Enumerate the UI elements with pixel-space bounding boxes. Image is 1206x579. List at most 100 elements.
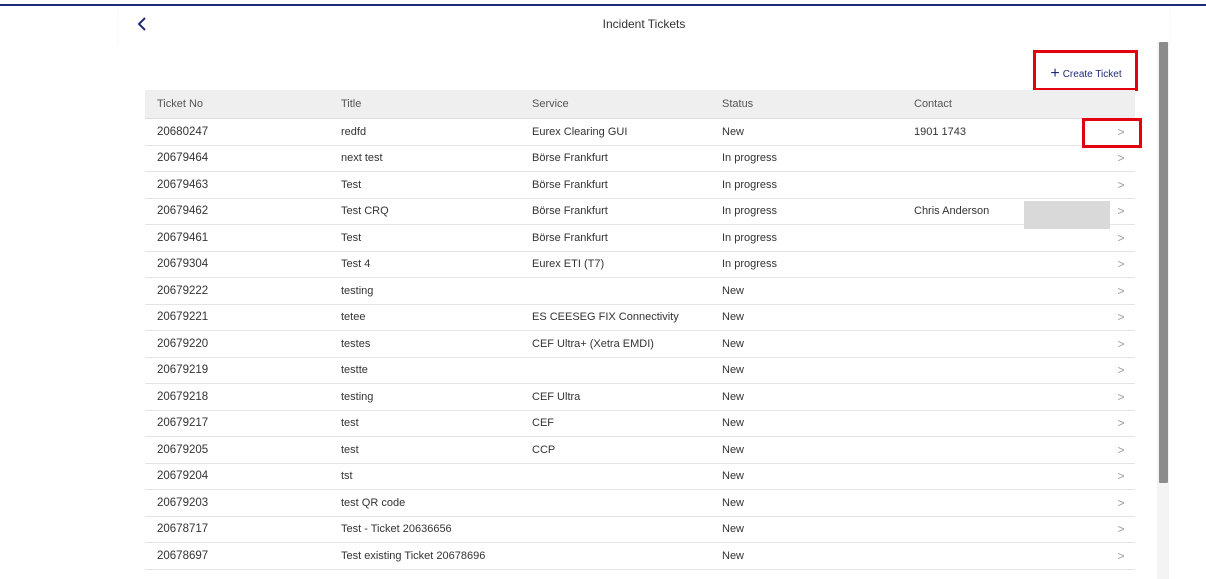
table-row[interactable]: 20679462 Test CRQ Börse Frankfurt In progre… [145, 199, 1135, 229]
chevron-right-icon[interactable]: > [1111, 119, 1131, 145]
ticket-no-cell: 20678697 [157, 549, 209, 562]
chevron-right-icon[interactable]: > [1111, 305, 1131, 331]
chevron-right-icon[interactable]: > [1111, 490, 1131, 516]
chevron-right-icon[interactable]: > [1111, 331, 1131, 357]
title-cell: Test [341, 231, 362, 244]
status-cell: In progress [722, 231, 778, 244]
table-header: Ticket No Title Service Status Contact [145, 90, 1135, 119]
ticket-no-cell: 20679203 [157, 496, 209, 509]
chevron-right-icon[interactable]: > [1111, 358, 1131, 384]
chevron-right-icon[interactable]: > [1111, 517, 1131, 543]
main-content: + Create Ticket Ticket No Title Service … [119, 42, 1157, 579]
status-cell: In progress [722, 205, 778, 218]
status-cell: New [722, 311, 745, 324]
ticket-no-cell: 20679222 [157, 284, 209, 297]
table-row[interactable]: 20679222 testing New > [145, 278, 1135, 305]
table-row[interactable]: 20680247 redfd Eurex Clearing GUI New 1901 1… [145, 119, 1135, 146]
title-cell: testes [341, 337, 371, 350]
table-row[interactable]: 20679461 Test Börse Frankfurt In progress > [145, 225, 1135, 252]
title-cell: testing [341, 390, 374, 403]
table-row[interactable]: 20678717 Test - Ticket 20636656 New > [145, 517, 1135, 543]
ticket-no-cell: 20679205 [157, 443, 209, 456]
ticket-no-cell: 20679217 [157, 417, 209, 430]
table-row[interactable]: 20679219 testte New > [145, 358, 1135, 384]
column-header-status[interactable]: Status [722, 90, 753, 118]
service-cell: CEF [532, 417, 554, 430]
service-cell: Börse Frankfurt [532, 231, 608, 244]
ticket-no-cell: 20679464 [157, 152, 209, 165]
status-cell: In progress [722, 152, 778, 165]
service-cell: CCP [532, 443, 556, 456]
table-row[interactable]: 20678697 Test existing Ticket 20678696 New… [145, 543, 1135, 570]
title-cell: Test - Ticket 20636656 [341, 523, 452, 536]
service-cell: ES CEESEG FIX Connectivity [532, 311, 679, 324]
table-row[interactable]: 20679464 next test Börse Frankfurt In progr… [145, 146, 1135, 172]
status-cell: New [722, 364, 745, 377]
title-cell: Test [341, 178, 362, 191]
status-cell: New [722, 417, 745, 430]
chevron-right-icon[interactable]: > [1111, 225, 1131, 251]
service-cell: Börse Frankfurt [532, 152, 608, 165]
service-cell: Eurex Clearing GUI [532, 125, 628, 138]
ticket-no-cell: 20679219 [157, 364, 209, 377]
chevron-right-icon[interactable]: > [1111, 172, 1131, 198]
table-row[interactable]: 20679217 test CEF New > [145, 411, 1135, 437]
ticket-no-cell: 20678717 [157, 523, 209, 536]
create-ticket-button[interactable]: + Create Ticket [1035, 60, 1137, 88]
column-header-title[interactable]: Title [341, 90, 361, 118]
ticket-no-cell: 20679461 [157, 231, 209, 244]
table-row[interactable]: 20679304 Test 4 Eurex ETI (T7) In progress > [145, 252, 1135, 278]
chevron-right-icon[interactable]: > [1111, 411, 1131, 437]
ticket-no-cell: 20679463 [157, 178, 209, 191]
title-cell: Test CRQ [341, 205, 389, 218]
table-body: 20680247 redfd Eurex Clearing GUI New 1901 1… [145, 119, 1135, 570]
page-title: Incident Tickets [602, 17, 686, 31]
service-cell: Börse Frankfurt [532, 205, 608, 218]
status-cell: In progress [722, 258, 778, 271]
title-cell: test QR code [341, 496, 406, 509]
column-header-contact[interactable]: Contact [914, 90, 952, 118]
title-cell: test [341, 443, 359, 456]
title-cell: testing [341, 284, 374, 297]
title-cell: Test 4 [341, 258, 371, 271]
chevron-right-icon[interactable]: > [1111, 543, 1131, 569]
chevron-right-icon[interactable]: > [1111, 199, 1131, 225]
table-row[interactable]: 20679463 Test Börse Frankfurt In progress > [145, 172, 1135, 199]
chevron-right-icon[interactable]: > [1111, 146, 1131, 172]
chevron-right-icon[interactable]: > [1111, 437, 1131, 463]
chevron-right-icon[interactable]: > [1111, 464, 1131, 490]
title-cell: test [341, 417, 359, 430]
column-header-service[interactable]: Service [532, 90, 569, 118]
scrollbar-thumb[interactable] [1159, 42, 1168, 483]
table-row[interactable]: 20679203 test QR code New > [145, 490, 1135, 517]
contact-cell: 1901 1743 [914, 125, 966, 138]
status-cell: New [722, 390, 745, 403]
ticket-no-cell: 20679204 [157, 470, 209, 483]
ticket-no-cell: 20680247 [157, 125, 209, 138]
table-row[interactable]: 20679220 testes CEF Ultra+ (Xetra EMDI) New… [145, 331, 1135, 358]
ticket-no-cell: 20679220 [157, 337, 209, 350]
status-cell: New [722, 470, 745, 483]
title-cell: tst [341, 470, 353, 483]
status-cell: New [722, 125, 745, 138]
service-cell: Börse Frankfurt [532, 178, 608, 191]
column-header-ticket-no[interactable]: Ticket No [157, 90, 203, 118]
status-cell: New [722, 523, 745, 536]
tickets-table: Ticket No Title Service Status Contact 2… [145, 90, 1135, 570]
chevron-right-icon[interactable]: > [1111, 278, 1131, 304]
table-row[interactable]: 20679221 tetee ES CEESEG FIX Connectivity N… [145, 305, 1135, 331]
plus-icon: + [1050, 65, 1060, 82]
status-cell: New [722, 496, 745, 509]
chevron-right-icon[interactable]: > [1111, 384, 1131, 410]
contact-cell: Chris Anderson [914, 205, 990, 218]
ticket-no-cell: 20679221 [157, 311, 209, 324]
create-ticket-label: Create Ticket [1062, 68, 1122, 80]
chevron-right-icon[interactable]: > [1111, 252, 1131, 278]
ticket-no-cell: 20679218 [157, 390, 209, 403]
service-cell: CEF Ultra+ (Xetra EMDI) [532, 337, 654, 350]
table-row[interactable]: 20679204 tst New > [145, 464, 1135, 490]
ticket-no-cell: 20679462 [157, 205, 209, 218]
status-cell: New [722, 443, 745, 456]
table-row[interactable]: 20679218 testing CEF Ultra New > [145, 384, 1135, 411]
table-row[interactable]: 20679205 test CCP New > [145, 437, 1135, 464]
